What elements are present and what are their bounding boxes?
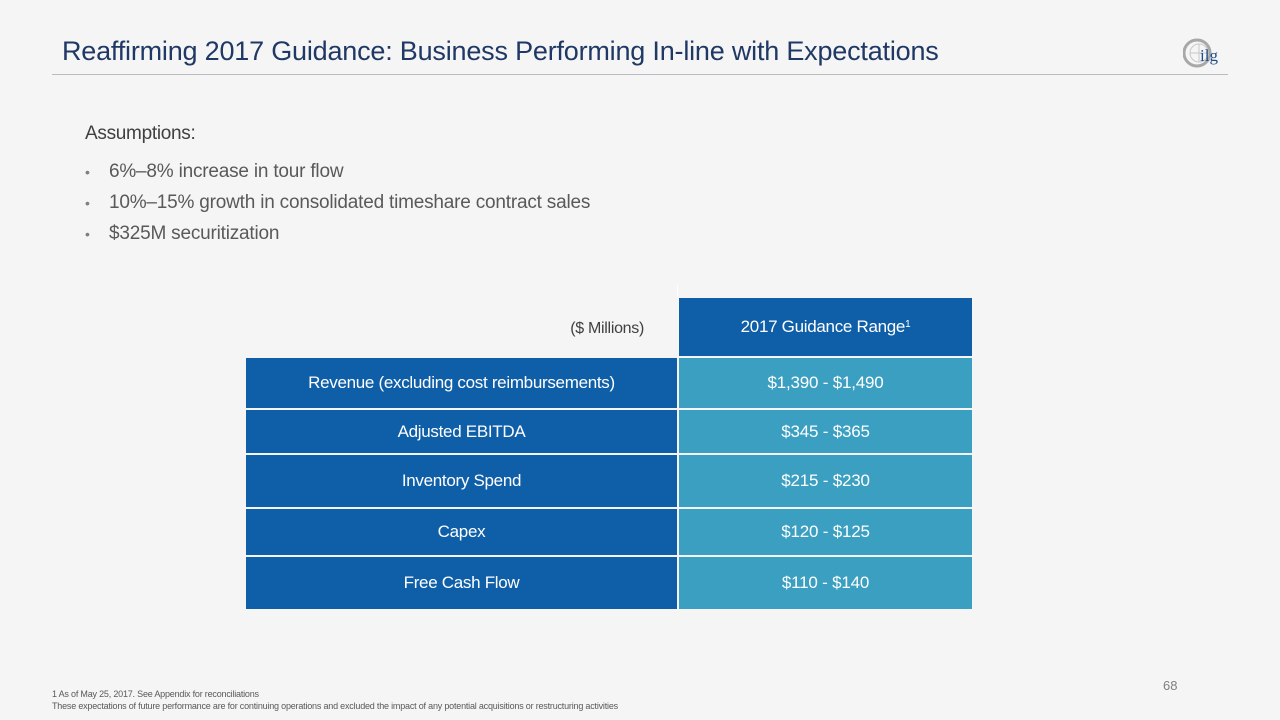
footnote-disclaimer: These expectations of future performance… (52, 701, 618, 711)
table-row: Adjusted EBITDA $345 - $365 (246, 410, 972, 453)
row-value: $215 - $230 (679, 455, 972, 507)
assumption-item: • 10%–15% growth in consolidated timeshar… (85, 187, 590, 218)
table-divider (677, 285, 678, 297)
logo-text: ilg (1200, 46, 1218, 65)
row-value: $120 - $125 (679, 509, 972, 555)
ilg-logo: ilg (1182, 35, 1227, 71)
slide-title: Reaffirming 2017 Guidance: Business Perf… (62, 36, 939, 66)
table-row: Free Cash Flow $110 - $140 (246, 557, 972, 609)
row-label: Inventory Spend (246, 455, 677, 507)
assumptions-list: • 6%–8% increase in tour flow • 10%–15% gr… (85, 156, 590, 249)
row-value: $345 - $365 (679, 410, 972, 453)
row-label: Capex (246, 509, 677, 555)
bullet-icon: • (85, 226, 90, 242)
guidance-column-header: 2017 Guidance Range 1 (679, 298, 972, 356)
table-row: Inventory Spend $215 - $230 (246, 455, 972, 507)
title-divider (52, 74, 1228, 75)
row-label: Free Cash Flow (246, 557, 677, 609)
footnote-marker: 1 (905, 318, 911, 330)
table-row: Capex $120 - $125 (246, 509, 972, 555)
footnote-1: 1 As of May 25, 2017. See Appendix for r… (52, 689, 259, 699)
globe-logo-icon: ilg (1182, 38, 1218, 68)
units-label: ($ Millions) (570, 320, 644, 337)
row-label: Adjusted EBITDA (246, 410, 677, 453)
bullet-icon: • (85, 195, 90, 211)
bullet-icon: • (85, 164, 90, 180)
row-value: $110 - $140 (679, 557, 972, 609)
row-label: Revenue (excluding cost reimbursements) (246, 358, 677, 408)
page-number: 68 (1163, 678, 1178, 693)
assumption-item: • $325M securitization (85, 218, 590, 249)
footnotes: 1 As of May 25, 2017. See Appendix for r… (52, 688, 618, 712)
assumption-item: • 6%–8% increase in tour flow (85, 156, 590, 187)
table-row: Revenue (excluding cost reimbursements) … (246, 358, 972, 408)
row-value: $1,390 - $1,490 (679, 358, 972, 408)
assumptions-heading: Assumptions: (85, 123, 196, 144)
